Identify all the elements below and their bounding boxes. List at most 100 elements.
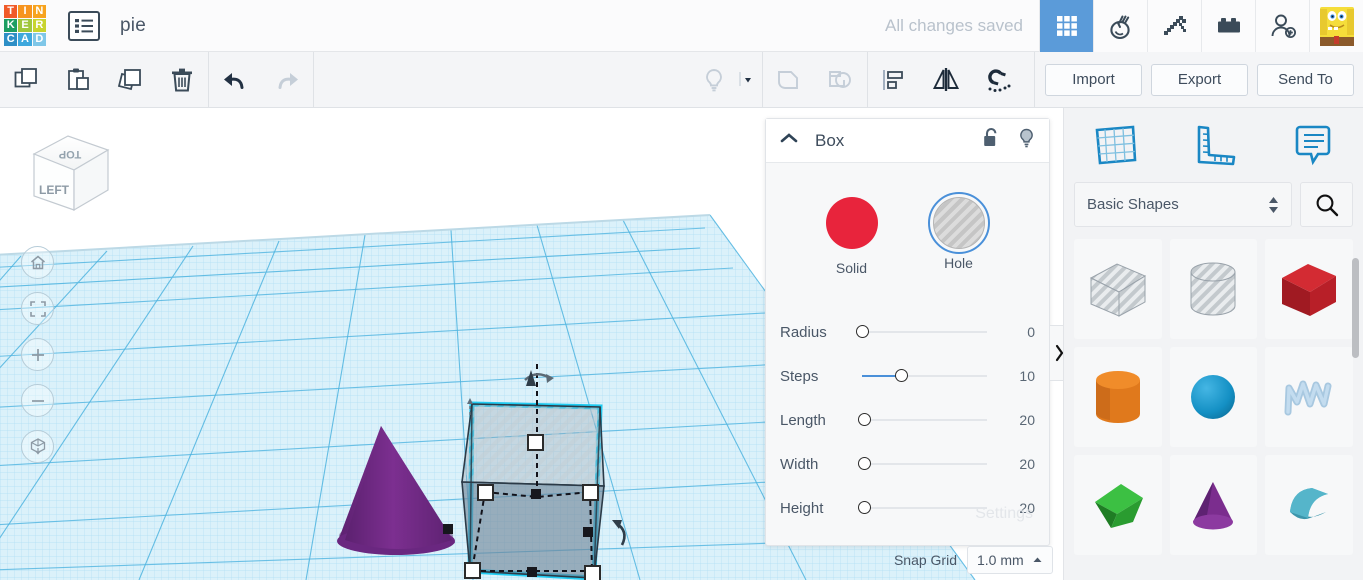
redo-button[interactable] — [261, 52, 313, 108]
view-cube[interactable]: TOP LEFT — [24, 124, 116, 212]
shape-item-cone[interactable] — [1169, 455, 1258, 555]
ruler-icon — [1197, 125, 1235, 166]
length-label: Length — [780, 411, 826, 429]
settings-button[interactable]: Settings — [975, 505, 1033, 523]
shape-item-cylinder[interactable] — [1074, 347, 1162, 447]
undo-button[interactable] — [209, 52, 261, 108]
codeblocks-icon — [1109, 15, 1130, 39]
align-button[interactable] — [868, 52, 920, 108]
shape-item-pyramid[interactable] — [1074, 455, 1162, 555]
hole-mode-option[interactable]: Hole — [927, 192, 990, 276]
shape-gallery — [1064, 239, 1363, 555]
fit-to-view-icon — [29, 300, 46, 317]
zoom-in-icon — [31, 348, 44, 361]
topbar-lego-button[interactable] — [1201, 0, 1255, 52]
topbar-invite-button[interactable] — [1255, 0, 1309, 52]
note-tool-button[interactable] — [1263, 122, 1363, 168]
toolbar-divider-2 — [313, 51, 314, 108]
project-list-button[interactable] — [68, 10, 100, 41]
snap-grid-value: 1.0 mm — [977, 552, 1024, 568]
radius-label: Radius — [780, 323, 827, 341]
radius-value: 0 — [1027, 324, 1035, 340]
group-button[interactable] — [763, 52, 815, 108]
sendto-button[interactable]: Send To — [1257, 63, 1354, 96]
ortho-perspective-button[interactable] — [21, 430, 54, 463]
snap-grid-bar: Snap Grid 1.0 mm — [765, 540, 1063, 580]
align-icon — [883, 69, 903, 90]
document-title[interactable]: pie — [120, 15, 146, 37]
solid-mode-option[interactable]: Solid — [825, 197, 878, 276]
visibility-dropdown-button[interactable] — [734, 52, 762, 108]
top-icon-group — [1039, 0, 1363, 52]
chevron-down-icon — [739, 71, 751, 86]
logo-tile-i: I — [18, 4, 32, 18]
topbar-user-avatar[interactable] — [1309, 0, 1363, 52]
lightbulb-icon — [1020, 128, 1033, 148]
height-label: Height — [780, 499, 824, 517]
properties-collapse-button[interactable] — [779, 131, 799, 150]
shape-search-button[interactable] — [1300, 182, 1353, 227]
shape-item-cylinder-hole[interactable] — [1169, 239, 1258, 339]
slider-row-width: Width 20 — [766, 442, 1049, 486]
hole-pattern-swatch[interactable] — [932, 197, 985, 249]
ruler-tool-button[interactable] — [1164, 122, 1264, 168]
steps-track[interactable] — [862, 369, 987, 382]
height-track[interactable] — [858, 501, 987, 514]
radius-track[interactable] — [856, 325, 987, 338]
shape-item-roof[interactable] — [1265, 455, 1353, 555]
import-button[interactable]: Import — [1045, 63, 1142, 96]
export-button[interactable]: Export — [1151, 63, 1248, 96]
tinkercad-logo[interactable]: T I N K E R C A D — [4, 4, 46, 47]
show-hide-button[interactable] — [694, 52, 734, 108]
logo-tile-k: K — [4, 18, 18, 33]
solid-mode-label: Solid — [835, 260, 868, 276]
logo-tile-c: C — [4, 33, 18, 47]
radius-knob[interactable] — [856, 325, 869, 338]
hole-selected-ring — [927, 192, 990, 254]
shape-item-scribble[interactable] — [1265, 347, 1353, 447]
solid-color-swatch[interactable] — [825, 197, 878, 249]
copy-button[interactable] — [0, 52, 52, 108]
paste-button[interactable] — [52, 52, 104, 108]
zoom-out-button[interactable] — [21, 384, 54, 417]
ungroup-button[interactable] — [815, 52, 867, 108]
visibility-toggle-button[interactable] — [1017, 127, 1036, 154]
zoom-in-button[interactable] — [21, 338, 54, 371]
view-cube-icon: TOP LEFT — [32, 135, 110, 212]
home-view-icon — [30, 255, 45, 269]
length-track[interactable] — [858, 413, 987, 426]
duplicate-button[interactable] — [104, 52, 156, 108]
length-knob[interactable] — [858, 413, 871, 426]
shape-item-sphere[interactable] — [1169, 347, 1258, 447]
workplane-tool-button[interactable] — [1064, 122, 1164, 168]
top-bar: T I N K E R C A D pie All changes saved — [0, 0, 1363, 52]
shape-item-box[interactable] — [1265, 239, 1353, 339]
edit-toolbar: Import Export Send To — [0, 51, 1363, 108]
width-knob[interactable] — [858, 457, 871, 470]
shape-properties-panel: Box Solid Hole Radius 0 Steps 10 Length … — [765, 118, 1050, 546]
shape-category-value: Basic Shapes — [1087, 196, 1179, 213]
topbar-3d-design-button[interactable] — [1039, 0, 1093, 52]
snap-magnet-button[interactable] — [972, 52, 1024, 108]
topbar-codeblocks-button[interactable] — [1093, 0, 1147, 52]
steps-knob[interactable] — [894, 369, 908, 382]
mirror-button[interactable] — [920, 52, 972, 108]
lock-toggle-button[interactable] — [982, 127, 1001, 154]
snap-grid-dropdown[interactable]: 1.0 mm — [967, 546, 1053, 574]
shape-category-dropdown[interactable]: Basic Shapes — [1074, 182, 1292, 227]
home-view-button[interactable] — [21, 246, 54, 279]
height-knob[interactable] — [858, 501, 871, 514]
width-track[interactable] — [858, 457, 987, 470]
shapes-scrollbar[interactable] — [1352, 258, 1359, 580]
logo-tile-e: E — [18, 18, 32, 33]
redo-arrow-icon — [278, 72, 298, 89]
shape-item-box-hole[interactable] — [1074, 239, 1162, 339]
fit-to-view-button[interactable] — [21, 292, 54, 325]
chevron-up-icon — [780, 133, 798, 143]
width-label: Width — [780, 455, 819, 473]
shapes-scrollbar-thumb[interactable] — [1352, 258, 1359, 358]
mirror-icon — [932, 67, 960, 91]
topbar-minecraft-button[interactable] — [1147, 0, 1201, 52]
delete-button[interactable] — [156, 52, 208, 108]
scribble-thumbnail — [1284, 380, 1332, 416]
